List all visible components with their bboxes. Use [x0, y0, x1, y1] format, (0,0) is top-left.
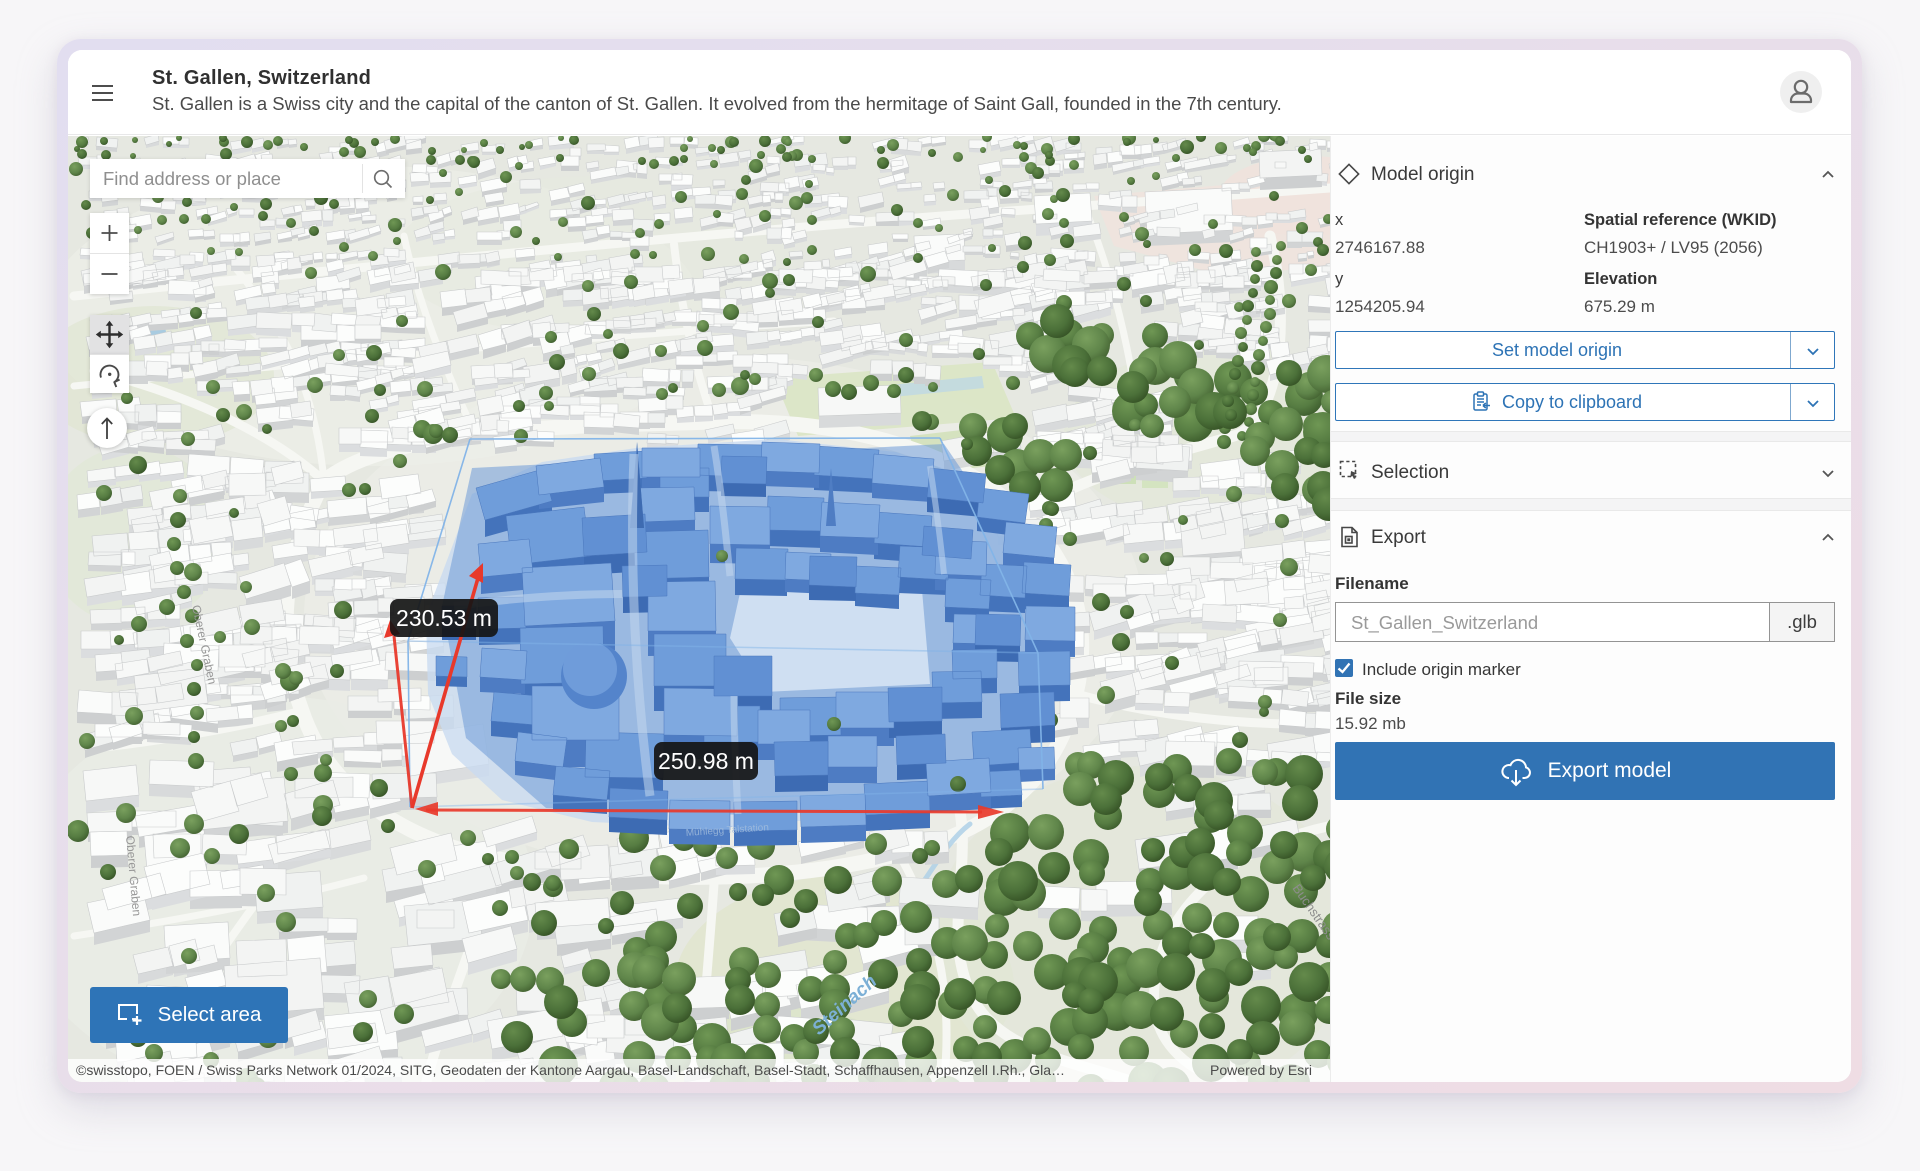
svg-text:230.53 m: 230.53 m: [396, 605, 492, 631]
svg-text:250.98 m: 250.98 m: [658, 748, 754, 774]
